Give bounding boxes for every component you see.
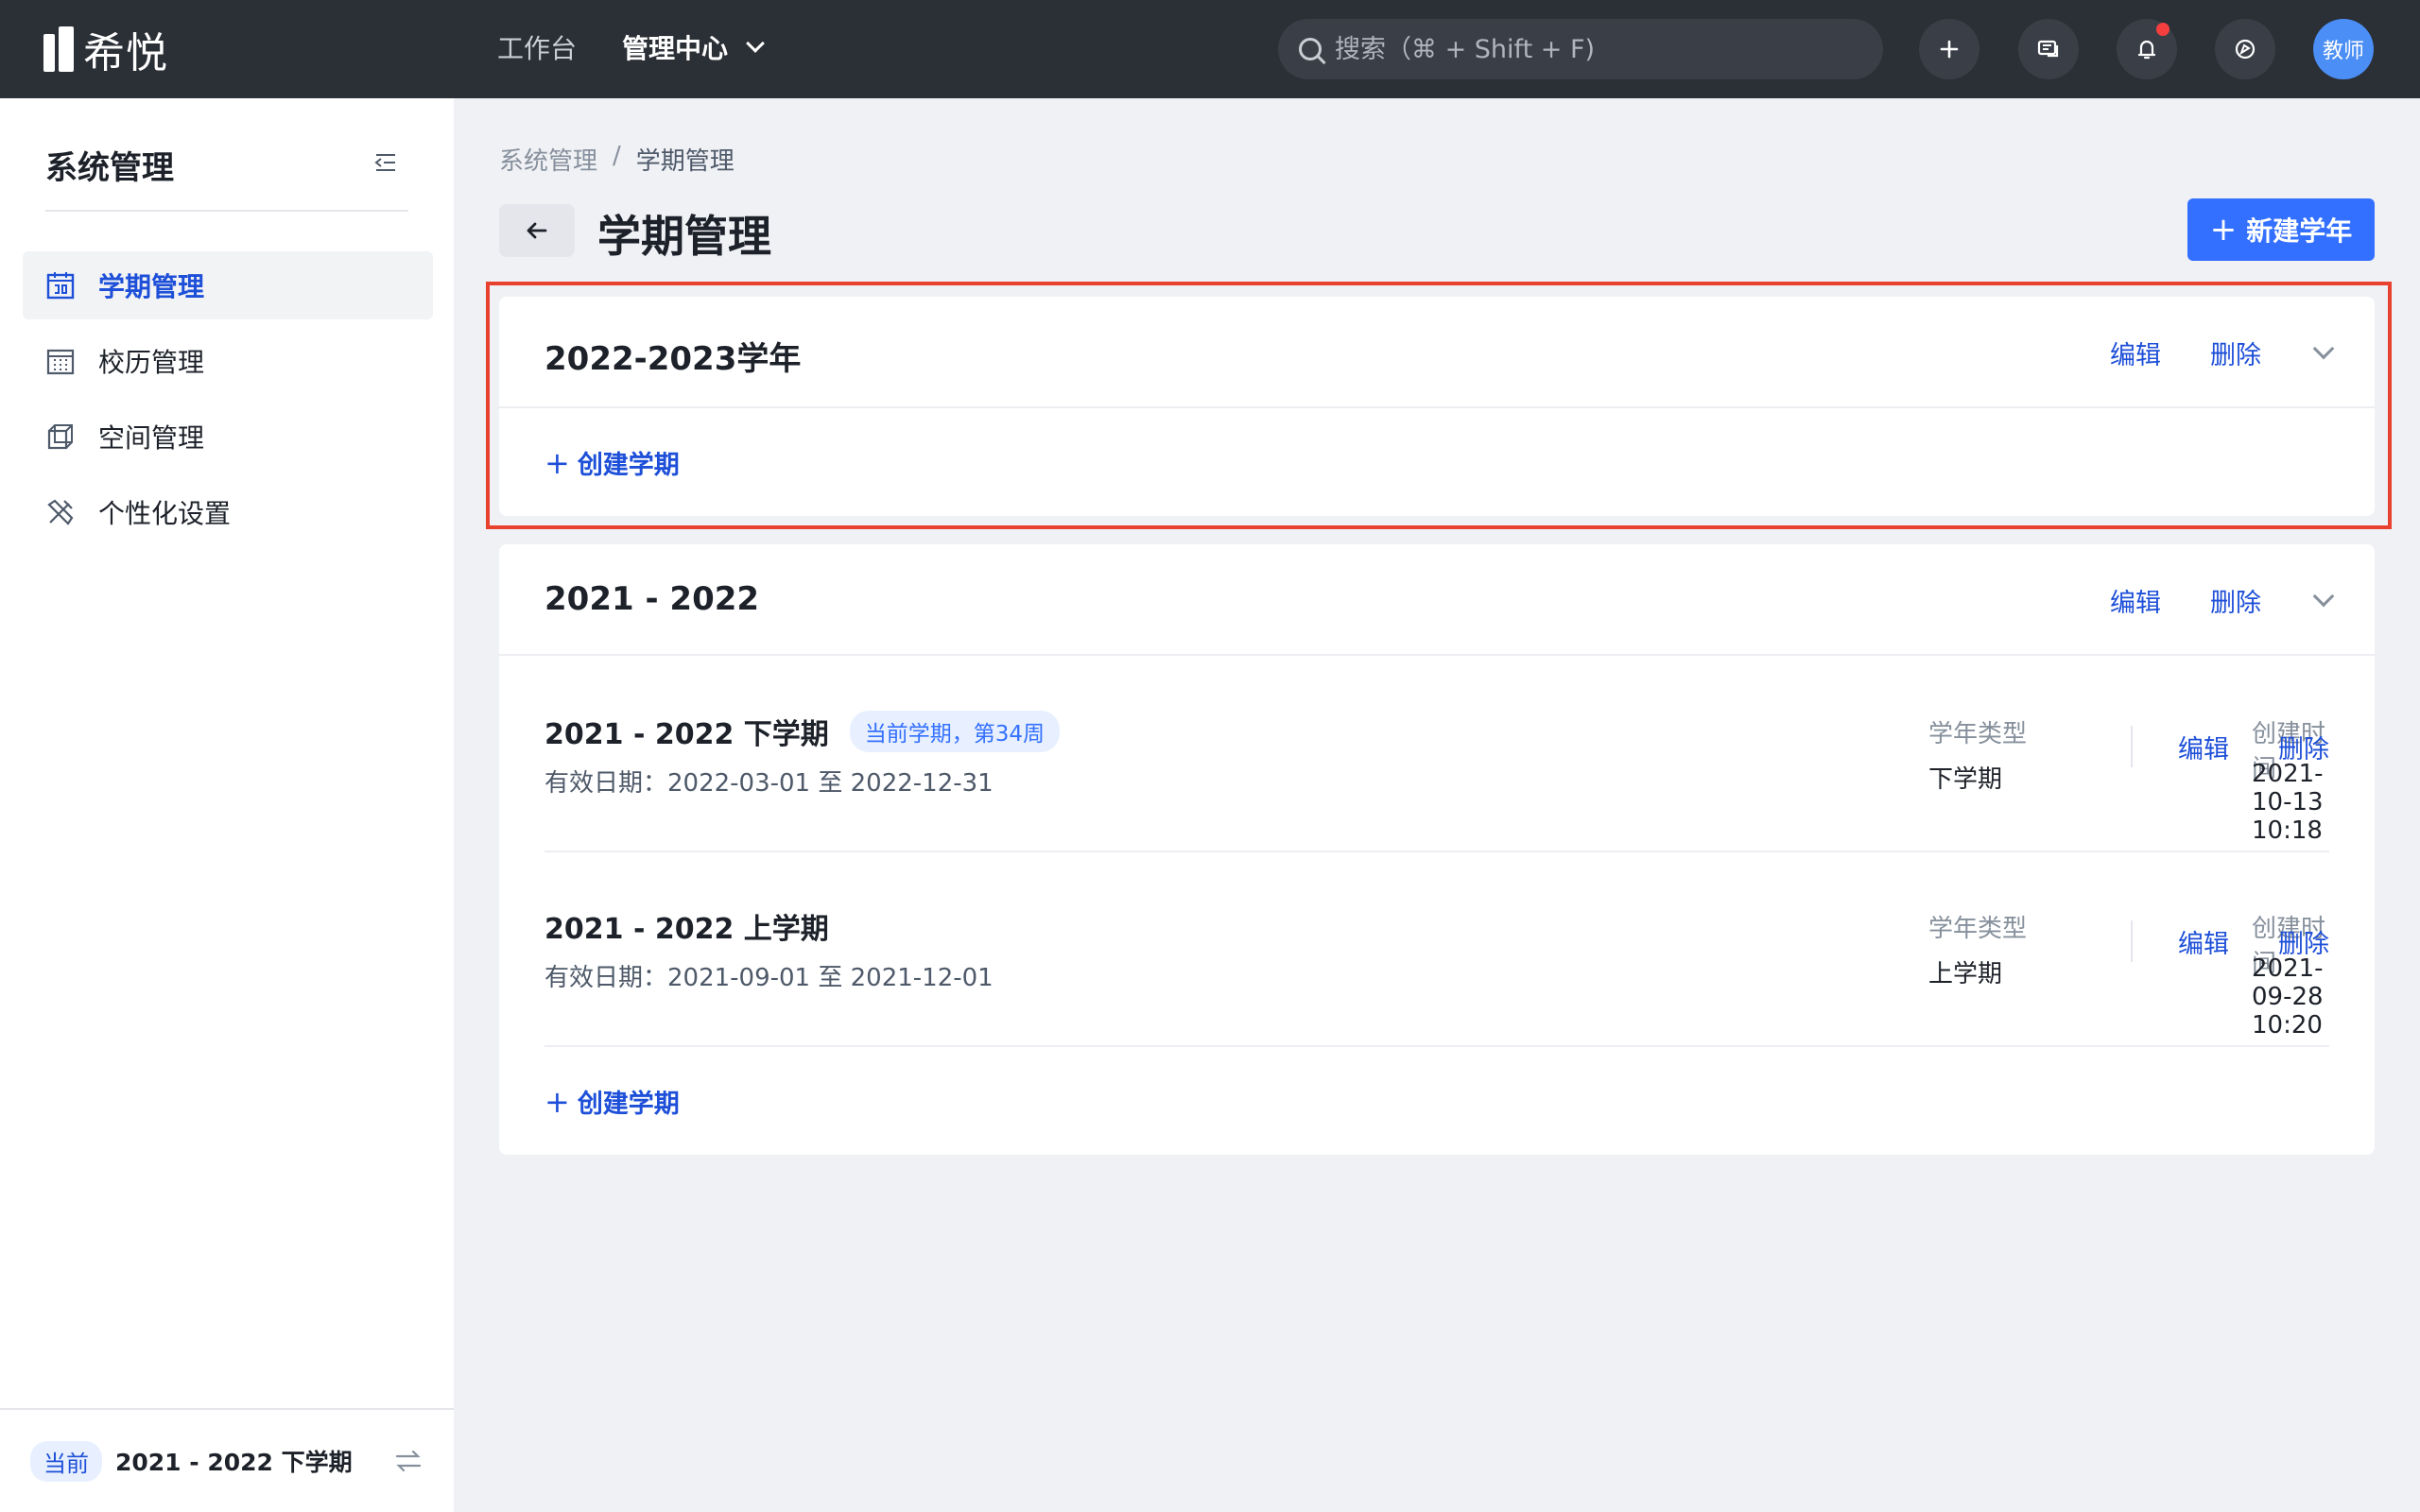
term-dates: 有效日期：2022-03-01 至 2022-12-31 — [544, 769, 994, 798]
logo-mark-icon — [43, 26, 74, 72]
term-actions: 编辑 删除 — [2131, 726, 2329, 767]
grid-calendar-icon — [46, 349, 75, 375]
breadcrumb-current: 学期管理 — [635, 147, 735, 176]
nav-admin-center-label: 管理中心 — [622, 33, 729, 64]
created-time-value: 2021-09-28 10:20 — [2252, 954, 2324, 1040]
edit-year-button[interactable]: 编辑 — [2110, 335, 2161, 371]
new-year-label: 新建学年 — [2246, 215, 2353, 247]
delete-term-button[interactable]: 删除 — [2278, 729, 2329, 765]
sidebar-item-space-management[interactable]: 空间管理 — [23, 403, 433, 471]
sidebar-item-personalization[interactable]: 个性化设置 — [23, 478, 433, 546]
top-bar: 希悦 工作台 管理中心 教师 — [0, 0, 2420, 98]
top-nav: 工作台 管理中心 — [497, 28, 765, 66]
delete-year-button[interactable]: 删除 — [2210, 582, 2261, 619]
compass-icon — [2235, 39, 2256, 60]
term-type-value: 下学期 — [1928, 765, 2003, 794]
delete-year-button[interactable]: 删除 — [2210, 335, 2261, 371]
current-term-footer: 当前 2021 - 2022 下学期 — [0, 1408, 454, 1512]
new-academic-year-button[interactable]: + 新建学年 — [2187, 198, 2375, 261]
avatar[interactable]: 教师 — [2313, 19, 2374, 79]
edit-term-button[interactable]: 编辑 — [2178, 729, 2229, 765]
create-term-label: 创建学期 — [577, 1090, 680, 1119]
sidebar-item-label: 校历管理 — [98, 347, 205, 378]
notification-dot — [2156, 23, 2169, 36]
add-button[interactable] — [1919, 19, 1979, 79]
chevron-down-icon — [746, 34, 765, 53]
calendar-icon — [46, 272, 75, 300]
term-type-value: 上学期 — [1928, 960, 2003, 988]
sidebar-item-label: 空间管理 — [98, 422, 205, 454]
create-term-button[interactable]: + 创建学期 — [544, 444, 680, 481]
search-input[interactable] — [1335, 34, 1864, 64]
chat-icon — [2037, 40, 2059, 58]
delete-term-button[interactable]: 删除 — [2278, 923, 2329, 960]
term-row: 2021 - 2022 下学期 当前学期，第34周 有效日期：2022-03-0… — [544, 658, 2329, 852]
plus-icon — [1940, 40, 1959, 59]
sidebar-menu: 学期管理 校历管理 空间管理 个性化设置 — [23, 251, 433, 554]
switch-term-icon[interactable] — [393, 1446, 424, 1476]
year-actions: 编辑 删除 — [2110, 582, 2335, 619]
term-actions: 编辑 删除 — [2131, 920, 2329, 962]
plus-icon: + — [544, 444, 570, 481]
term-name: 2021 - 2022 下学期 当前学期，第34周 — [544, 711, 1061, 752]
arrow-left-icon — [527, 222, 547, 239]
year-card-header: 2022-2023学年 编辑 删除 — [499, 297, 2375, 408]
term-dates: 有效日期：2021-09-01 至 2021-12-01 — [544, 964, 994, 992]
nav-admin-center[interactable]: 管理中心 — [622, 28, 765, 66]
sidebar-item-label: 个性化设置 — [98, 498, 232, 529]
sidebar-item-term-management[interactable]: 学期管理 — [23, 251, 433, 319]
breadcrumb: 系统管理 / 学期管理 — [499, 142, 735, 177]
current-term-label: 2021 - 2022 下学期 — [115, 1449, 353, 1476]
term-type-label: 学年类型 — [1928, 915, 2028, 943]
sidebar-item-calendar-management[interactable]: 校历管理 — [23, 327, 433, 395]
bell-icon — [2137, 40, 2156, 60]
current-term-badge: 当前学期，第34周 — [849, 711, 1061, 752]
cube-icon — [47, 424, 73, 450]
year-title: 2022-2023学年 — [544, 340, 802, 378]
chevron-down-icon[interactable] — [2312, 585, 2335, 607]
current-badge: 当前 — [30, 1440, 102, 1482]
global-search[interactable] — [1278, 19, 1883, 79]
chevron-down-icon[interactable] — [2312, 337, 2335, 359]
year-actions: 编辑 删除 — [2110, 335, 2335, 371]
create-term-button[interactable]: + 创建学期 — [544, 1083, 680, 1120]
sidebar-divider — [45, 210, 408, 212]
term-name: 2021 - 2022 上学期 — [544, 905, 829, 947]
year-card-header: 2021 - 2022 编辑 删除 — [499, 544, 2375, 656]
search-icon — [1299, 38, 1322, 60]
app-logo[interactable]: 希悦 — [43, 25, 168, 77]
term-name-text: 2021 - 2022 下学期 — [544, 718, 829, 751]
created-time-value: 2021-10-13 10:18 — [2252, 760, 2324, 845]
term-row: 2021 - 2022 上学期 有效日期：2021-09-01 至 2021-1… — [544, 852, 2329, 1047]
edit-term-button[interactable]: 编辑 — [2178, 923, 2229, 960]
sidebar: 系统管理 学期管理 校历管理 空间管理 个性化设置 当前 2021 - 2022… — [0, 98, 454, 1512]
messages-button[interactable] — [2018, 19, 2079, 79]
term-name-text: 2021 - 2022 上学期 — [544, 913, 829, 946]
edit-year-button[interactable]: 编辑 — [2110, 582, 2161, 619]
back-button[interactable] — [499, 204, 575, 257]
sidebar-item-label: 学期管理 — [98, 271, 205, 302]
breadcrumb-separator: / — [613, 142, 621, 170]
nav-workbench[interactable]: 工作台 — [497, 28, 577, 66]
plus-icon: + — [2209, 211, 2238, 249]
year-title: 2021 - 2022 — [544, 580, 760, 618]
breadcrumb-system[interactable]: 系统管理 — [499, 142, 597, 177]
term-type-label: 学年类型 — [1928, 720, 2028, 748]
collapse-sidebar-icon[interactable] — [372, 149, 399, 176]
notifications-button[interactable] — [2117, 19, 2177, 79]
plus-icon: + — [544, 1083, 570, 1120]
explore-button[interactable] — [2215, 19, 2275, 79]
year-card-2021-2022: 2021 - 2022 编辑 删除 2021 - 2022 下学期 当前学期，第… — [499, 544, 2375, 1155]
sidebar-title: 系统管理 — [45, 149, 174, 187]
logo-text: 希悦 — [83, 29, 168, 77]
page-title: 学期管理 — [597, 211, 771, 262]
year-card-2022-2023: 2022-2023学年 编辑 删除 + 创建学期 — [499, 297, 2375, 516]
tools-icon — [47, 499, 74, 525]
create-term-label: 创建学期 — [577, 451, 680, 480]
